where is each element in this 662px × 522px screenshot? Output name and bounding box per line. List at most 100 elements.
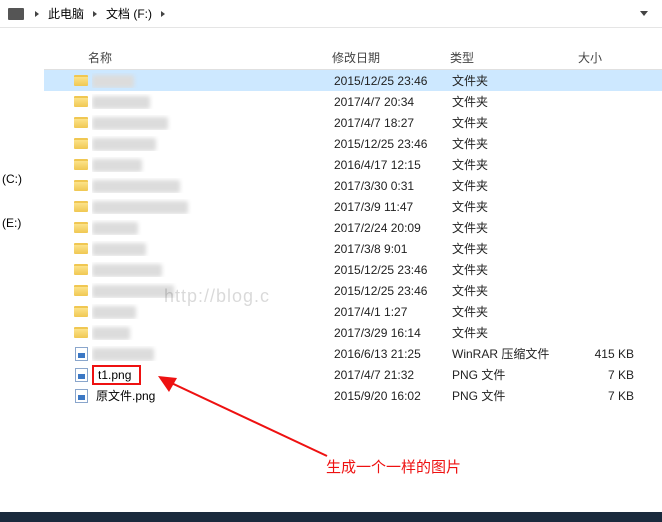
file-name xyxy=(92,262,334,276)
folder-icon xyxy=(74,264,88,275)
file-row[interactable]: 2015/12/25 23:46文件夹 xyxy=(44,70,662,91)
file-date: 2015/12/25 23:46 xyxy=(334,137,452,151)
sidebar-item-drive-e[interactable]: (E:) xyxy=(2,216,21,230)
file-name xyxy=(92,325,334,339)
file-date: 2016/6/13 21:25 xyxy=(334,347,452,361)
breadcrumb-segment[interactable]: 文档 (F:) xyxy=(102,3,156,24)
file-type: 文件夹 xyxy=(452,156,580,173)
file-row[interactable]: 2017/4/7 20:34文件夹 xyxy=(44,91,662,112)
header-type[interactable]: 类型 xyxy=(450,49,578,66)
chevron-down-icon[interactable] xyxy=(640,11,648,16)
file-row[interactable]: 2017/3/30 0:31文件夹 xyxy=(44,175,662,196)
file-type: 文件夹 xyxy=(452,72,580,89)
address-bar[interactable]: 此电脑 文档 (F:) xyxy=(0,0,662,28)
file-rows: 2015/12/25 23:46文件夹2017/4/7 20:34文件夹2017… xyxy=(44,70,662,406)
file-date: 2015/9/20 16:02 xyxy=(334,389,452,403)
file-row[interactable]: 2017/3/29 16:14文件夹 xyxy=(44,322,662,343)
file-name xyxy=(92,304,334,318)
file-name xyxy=(92,241,334,255)
folder-icon xyxy=(74,75,88,86)
file-size: 7 KB xyxy=(580,389,640,403)
file-type: 文件夹 xyxy=(452,282,580,299)
folder-icon xyxy=(74,306,88,317)
file-date: 2017/3/29 16:14 xyxy=(334,326,452,340)
file-size: 415 KB xyxy=(580,347,640,361)
file-type: 文件夹 xyxy=(452,219,580,236)
file-type: WinRAR 压缩文件 xyxy=(452,345,580,362)
folder-icon xyxy=(74,138,88,149)
folder-icon xyxy=(74,117,88,128)
file-date: 2017/3/8 9:01 xyxy=(334,242,452,256)
folder-icon xyxy=(74,159,88,170)
folder-icon xyxy=(74,201,88,212)
chevron-right-icon xyxy=(93,11,97,17)
file-name xyxy=(92,136,334,150)
file-row[interactable]: 2017/4/1 1:27文件夹 xyxy=(44,301,662,322)
file-row[interactable]: t1.png2017/4/7 21:32PNG 文件7 KB xyxy=(44,364,662,385)
file-row[interactable]: 2017/2/24 20:09文件夹 xyxy=(44,217,662,238)
file-name xyxy=(92,157,334,171)
file-row[interactable]: 2016/4/17 12:15文件夹 xyxy=(44,154,662,175)
image-file-icon xyxy=(75,389,88,403)
breadcrumb-segment[interactable]: 此电脑 xyxy=(44,3,88,24)
file-name xyxy=(92,73,334,87)
file-type: PNG 文件 xyxy=(452,387,580,404)
file-name xyxy=(92,178,334,192)
file-size: 7 KB xyxy=(580,368,640,382)
file-name xyxy=(92,283,334,297)
file-type: 文件夹 xyxy=(452,177,580,194)
file-type: 文件夹 xyxy=(452,240,580,257)
file-name: 原文件.png xyxy=(92,387,334,404)
file-type: PNG 文件 xyxy=(452,366,580,383)
file-row[interactable]: 2017/3/8 9:01文件夹 xyxy=(44,238,662,259)
file-date: 2017/3/9 11:47 xyxy=(334,200,452,214)
file-date: 2017/4/1 1:27 xyxy=(334,305,452,319)
file-name xyxy=(92,94,334,108)
file-type: 文件夹 xyxy=(452,198,580,215)
column-headers: 名称 修改日期 类型 大小 xyxy=(44,46,662,70)
file-row[interactable]: 2016/6/13 21:25WinRAR 压缩文件415 KB xyxy=(44,343,662,364)
file-date: 2017/4/7 20:34 xyxy=(334,95,452,109)
file-list-pane: 名称 修改日期 类型 大小 2015/12/25 23:46文件夹2017/4/… xyxy=(44,28,662,406)
image-file-icon xyxy=(75,368,88,382)
folder-icon xyxy=(74,222,88,233)
file-type: 文件夹 xyxy=(452,93,580,110)
sidebar-item-drive-c[interactable]: (C:) xyxy=(2,172,22,186)
file-name xyxy=(92,199,334,213)
file-date: 2017/3/30 0:31 xyxy=(334,179,452,193)
annotation-label: 生成一个一样的图片 xyxy=(326,456,461,477)
file-row[interactable]: 原文件.png2015/9/20 16:02PNG 文件7 KB xyxy=(44,385,662,406)
file-date: 2015/12/25 23:46 xyxy=(334,284,452,298)
file-row[interactable]: 2017/3/9 11:47文件夹 xyxy=(44,196,662,217)
drive-icon xyxy=(8,8,24,20)
folder-icon xyxy=(74,180,88,191)
file-date: 2017/4/7 18:27 xyxy=(334,116,452,130)
folder-icon xyxy=(74,327,88,338)
file-name xyxy=(92,346,334,360)
file-type: 文件夹 xyxy=(452,261,580,278)
taskbar-fragment xyxy=(0,512,662,522)
header-date[interactable]: 修改日期 xyxy=(332,49,450,66)
file-row[interactable]: 2015/12/25 23:46文件夹 xyxy=(44,280,662,301)
file-type: 文件夹 xyxy=(452,114,580,131)
file-row[interactable]: 2015/12/25 23:46文件夹 xyxy=(44,259,662,280)
chevron-right-icon xyxy=(35,11,39,17)
file-date: 2015/12/25 23:46 xyxy=(334,263,452,277)
file-name xyxy=(92,115,334,129)
folder-icon xyxy=(74,285,88,296)
header-size[interactable]: 大小 xyxy=(578,49,638,66)
file-name: t1.png xyxy=(92,365,334,385)
file-name xyxy=(92,220,334,234)
file-type: 文件夹 xyxy=(452,324,580,341)
folder-icon xyxy=(74,243,88,254)
file-date: 2015/12/25 23:46 xyxy=(334,74,452,88)
header-name[interactable]: 名称 xyxy=(88,49,332,66)
file-date: 2017/4/7 21:32 xyxy=(334,368,452,382)
file-type: 文件夹 xyxy=(452,303,580,320)
sidebar: (C:) (E:) xyxy=(0,28,44,406)
file-date: 2017/2/24 20:09 xyxy=(334,221,452,235)
file-date: 2016/4/17 12:15 xyxy=(334,158,452,172)
folder-icon xyxy=(74,96,88,107)
file-row[interactable]: 2015/12/25 23:46文件夹 xyxy=(44,133,662,154)
file-row[interactable]: 2017/4/7 18:27文件夹 xyxy=(44,112,662,133)
